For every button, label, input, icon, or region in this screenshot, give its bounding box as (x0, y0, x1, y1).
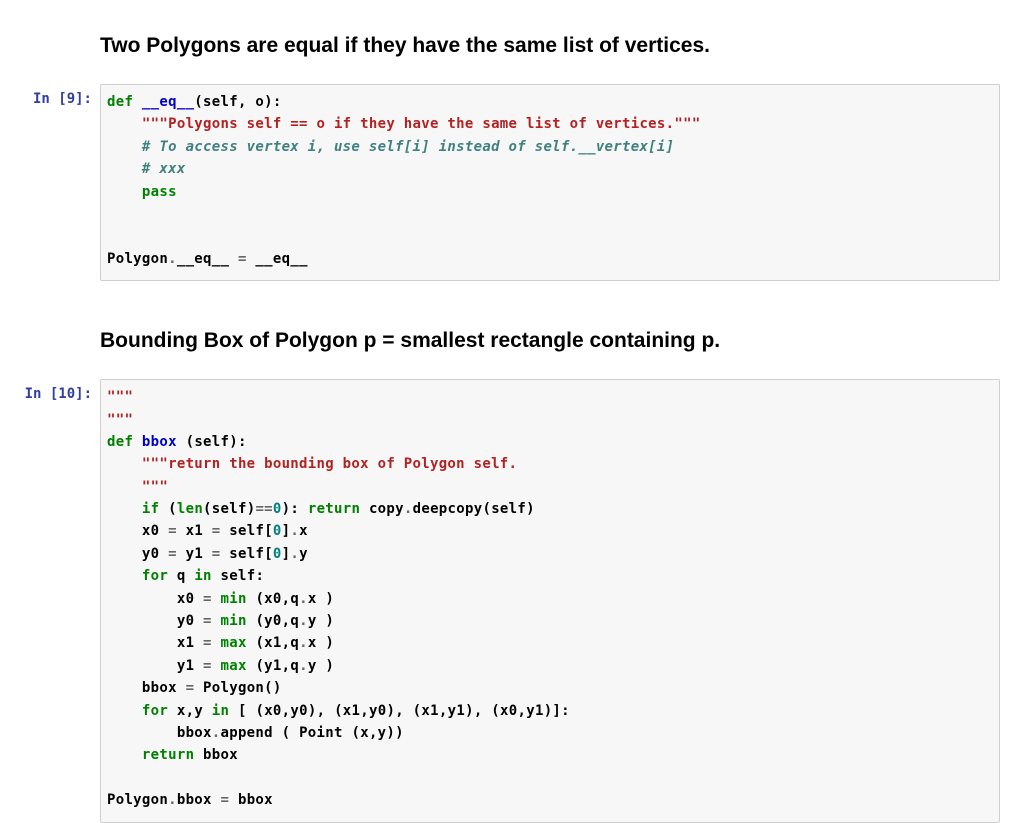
input-prompt: In [9]: (33, 91, 92, 107)
markdown-cell: Two Polygons are equal if they have the … (0, 20, 1024, 84)
markdown-heading: Two Polygons are equal if they have the … (100, 34, 1000, 58)
markdown-cell: Bounding Box of Polygon p = smallest rec… (0, 315, 1024, 379)
code-content: """ """ def bbox (self): """return the b… (107, 386, 989, 811)
code-content: def __eq__(self, o): """Polygons self ==… (107, 91, 989, 270)
notebook: Two Polygons are equal if they have the … (0, 0, 1024, 823)
code-input-area[interactable]: """ """ def bbox (self): """return the b… (100, 379, 1000, 822)
code-cell: In [10]: """ """ def bbox (self): """ret… (0, 379, 1024, 822)
prompt-empty (0, 20, 100, 26)
markdown-heading: Bounding Box of Polygon p = smallest rec… (100, 329, 1000, 353)
prompt-empty (0, 315, 100, 321)
input-prompt: In [10]: (25, 386, 92, 402)
code-cell: In [9]: def __eq__(self, o): """Polygons… (0, 84, 1024, 281)
code-input-area[interactable]: def __eq__(self, o): """Polygons self ==… (100, 84, 1000, 281)
